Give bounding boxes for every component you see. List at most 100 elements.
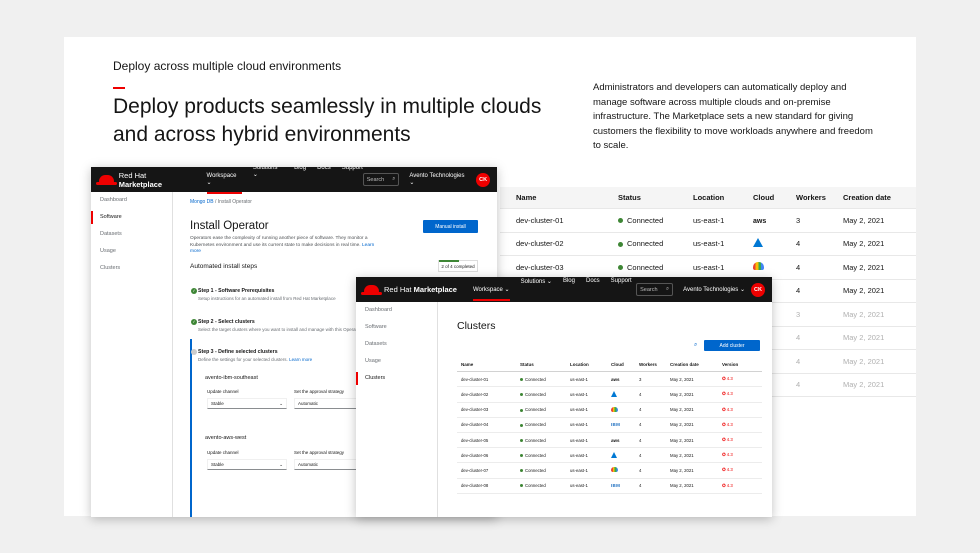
step-3[interactable]: Step 3 - Define selected clusters Define… — [191, 349, 312, 362]
search-input[interactable]: Search ⌕ — [362, 173, 400, 186]
table-row[interactable]: dev-cluster-03 Connected us-east-1 4 May 2, … — [457, 403, 762, 418]
col-cloud: Cloud — [753, 193, 775, 202]
eyebrow-title: Deploy across multiple cloud environment… — [113, 59, 342, 73]
col-name[interactable]: Name — [457, 362, 520, 367]
status-dot-icon — [520, 378, 523, 382]
search-icon: ⌕ — [392, 176, 396, 182]
cluster-name[interactable]: dev-cluster-06 — [457, 453, 520, 458]
table-row: dev-cluster-02 Connected us-east-1 4 May 2, … — [500, 233, 916, 256]
cloud-cell: IBM — [611, 483, 639, 488]
cluster-name[interactable]: dev-cluster-01 — [457, 377, 520, 382]
table-row[interactable]: dev-cluster-05 Connected us-east-1 aws 4 May … — [457, 433, 762, 449]
nav-workspace[interactable]: Workspace ⌄ — [206, 173, 242, 194]
redhat-hat-icon — [361, 285, 382, 295]
aws-icon: aws — [611, 376, 620, 382]
search-icon: ⌕ — [666, 286, 670, 292]
update-channel-select[interactable]: Stable ⌄ — [207, 459, 287, 470]
creation-date: May 2, 2021 — [670, 422, 694, 428]
step-desc: Select the target clusters where you wan… — [198, 327, 361, 332]
learn-more-link[interactable]: Learn more — [289, 357, 312, 362]
gcp-icon — [753, 262, 764, 271]
location: us-east-1 — [570, 422, 588, 428]
table-row[interactable]: dev-cluster-04 Connected us-east-1 IBM 4 May … — [457, 418, 762, 433]
nav-docs[interactable]: Docs — [586, 278, 600, 301]
version-text: 4.3 — [726, 421, 733, 427]
update-channel-select[interactable]: Stable ⌄ — [207, 398, 287, 409]
col-cloud[interactable]: Cloud — [611, 362, 639, 367]
avatar[interactable]: CK — [476, 172, 490, 187]
chevron-down-icon: ⌄ — [279, 400, 283, 406]
col-version[interactable]: Version — [722, 362, 752, 367]
location: us-east-1 — [570, 391, 588, 397]
sidebar-item-usage[interactable]: Usage — [91, 243, 172, 260]
workers: 4 — [639, 407, 642, 413]
nav-workspace[interactable]: Workspace ⌄ — [472, 286, 510, 301]
step-title: Step 1 - Software Prerequisites — [198, 288, 275, 294]
subtitle-text: Operators ease the complexity of running… — [190, 236, 368, 248]
sidebar-item-dashboard[interactable]: Dashboard — [356, 302, 437, 319]
cluster-name[interactable]: dev-cluster-02 — [457, 392, 520, 397]
step-2[interactable]: ✓ Step 2 - Select clusters Select the ta… — [191, 319, 361, 332]
cluster-name[interactable]: dev-cluster-03 — [457, 407, 520, 412]
nav-blog[interactable]: Blog — [294, 167, 306, 194]
step-1[interactable]: ✓ Step 1 - Software Prerequisites Setup … — [191, 288, 336, 301]
sidebar-item-datasets[interactable]: Datasets — [356, 336, 437, 353]
workers: 4 — [639, 437, 642, 443]
table-row[interactable]: dev-cluster-07 Connected us-east-1 4 May 2, … — [457, 463, 762, 479]
search-icon[interactable]: ⌕ — [694, 342, 697, 349]
creation-date: May 2, 2021 — [670, 407, 694, 413]
sidebar-item-datasets[interactable]: Datasets — [91, 226, 172, 243]
cluster-name[interactable]: dev-cluster-07 — [457, 468, 520, 473]
cluster-name[interactable]: dev-cluster-08 — [457, 483, 520, 488]
table-row[interactable]: dev-cluster-06 Connected us-east-1 4 May 2, … — [457, 448, 762, 464]
nav-support[interactable]: Support — [611, 278, 632, 301]
cloud-cell — [611, 467, 639, 473]
update-channel-label: Update channel — [207, 450, 239, 455]
manual-install-button[interactable]: Manual install — [423, 220, 478, 233]
org-switcher[interactable]: Avento Technologies ⌄ — [683, 286, 745, 293]
table-row[interactable]: dev-cluster-02 Connected us-east-1 4 May 2, … — [457, 387, 762, 403]
workers: 4 — [639, 422, 642, 428]
cluster-name: avento-ibm-southeast — [205, 375, 258, 381]
cluster-name[interactable]: dev-cluster-05 — [457, 438, 520, 443]
nav-support[interactable]: Support — [342, 167, 363, 194]
cluster-name[interactable]: dev-cluster-04 — [457, 422, 520, 427]
nav-solutions[interactable]: Solutions ⌄ — [253, 167, 283, 194]
col-status[interactable]: Status — [520, 362, 570, 367]
workers: 3 — [796, 309, 801, 319]
breadcrumb-link[interactable]: Mongo DB — [190, 199, 214, 205]
sidebar-item-software[interactable]: Software — [356, 319, 437, 336]
masthead: Red Hat Marketplace Workspace ⌄ Solution… — [91, 167, 497, 194]
step-desc: Define the settings for your selected cl… — [198, 357, 288, 362]
col-workers[interactable]: Workers — [639, 362, 670, 367]
status-text: Connected — [627, 239, 664, 249]
redhat-logo[interactable]: Red Hat Marketplace — [361, 285, 457, 295]
table-row[interactable]: dev-cluster-01 Connected us-east-1 aws 3 May … — [457, 372, 762, 388]
chevron-down-icon: ⌄ — [279, 461, 283, 467]
cluster-name: dev-cluster-01 — [516, 215, 564, 225]
version-text: 4.3 — [726, 406, 733, 412]
org-switcher[interactable]: Avento Technologies ⌄ — [409, 173, 470, 186]
sidebar-item-usage[interactable]: Usage — [356, 353, 437, 370]
sidebar-item-software[interactable]: Software — [91, 209, 172, 226]
add-cluster-button[interactable]: Add cluster — [704, 340, 760, 351]
sidebar-item-dashboard[interactable]: Dashboard — [91, 192, 172, 209]
sidebar-item-clusters[interactable]: Clusters — [356, 370, 437, 387]
nav-blog[interactable]: Blog — [563, 278, 575, 301]
sidebar-item-clusters[interactable]: Clusters — [91, 260, 172, 277]
creation-date: May 2, 2021 — [670, 437, 694, 443]
col-creation-date[interactable]: Creation date — [670, 362, 722, 367]
avatar[interactable]: CK — [751, 282, 765, 297]
ibm-icon: IBM — [611, 422, 621, 428]
nav-solutions[interactable]: Solutions ⌄ — [521, 278, 552, 301]
redhat-logo[interactable]: Red Hat Marketplace — [96, 171, 191, 189]
status-dot-icon — [520, 393, 523, 397]
status-dot-icon — [618, 265, 623, 271]
nav-docs[interactable]: Docs — [317, 167, 331, 194]
col-location[interactable]: Location — [570, 362, 611, 367]
table-row[interactable]: dev-cluster-08 Connected us-east-1 IBM 4 May … — [457, 479, 762, 494]
search-input[interactable]: Search ⌕ — [636, 283, 674, 296]
select-value: Stable — [211, 462, 224, 467]
search-placeholder: Search — [366, 176, 385, 183]
status-cell: Connected — [520, 377, 570, 382]
